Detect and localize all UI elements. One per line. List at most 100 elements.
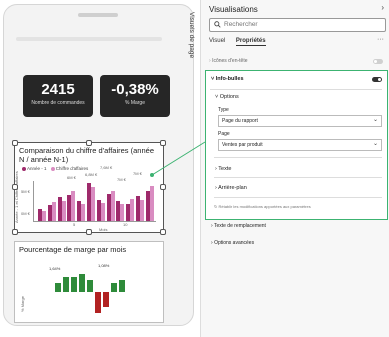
resize-handle[interactable] [160,229,166,235]
bar-revenue-9[interactable] [120,204,125,221]
search-box[interactable] [209,18,386,32]
kpi-card-margin[interactable]: -0,38% % Marge [100,75,170,117]
legend-dot [22,166,26,171]
chevron-down-icon: ⌄ [372,141,378,147]
legend-item: Année - 1 [27,166,47,171]
margin-bar[interactable] [111,283,117,292]
data-label: 1,64% [49,266,61,271]
page-value: Ventes par produit [222,142,263,148]
chevron-down-icon: ⌄ [372,117,378,123]
margin-bar[interactable] [87,280,93,292]
advanced-options-label: Options avancées [214,240,255,246]
page-label: Page [218,131,230,137]
chevron-right-icon[interactable]: › [381,3,384,12]
bar-revenue-5[interactable] [81,204,86,221]
resize-handle[interactable] [86,140,92,146]
margin-bar[interactable] [103,292,109,307]
type-dropdown[interactable]: Page du rapport ⌄ [218,115,382,127]
alt-text-label: Texte de remplacement [213,223,266,229]
x-tick: 10 [123,222,128,227]
data-label: 6M € [67,175,76,180]
margin-by-month-chart[interactable]: Pourcentage de marge par mois 1,64% 1,08… [14,241,164,323]
phone-notch [78,13,118,17]
revenue-comparison-chart[interactable]: Comparaison du chiffre d'affaires (année… [12,140,166,235]
margin-bar[interactable] [79,274,85,292]
data-label: 7M € [117,177,126,182]
resize-handle[interactable] [86,229,92,235]
margin-bar[interactable] [119,280,125,292]
data-label: 1,08% [98,263,110,268]
bar-revenue-10[interactable] [130,198,135,221]
resize-handle[interactable] [160,140,166,146]
text-label: Texte [218,166,232,172]
tooltips-label: Info-bulles [215,76,244,82]
y-tick: 5M € [21,189,30,194]
search-input[interactable] [224,20,379,29]
pane-title: Visualisations [209,5,258,14]
bar-revenue-7[interactable] [100,203,105,221]
header-icons-label: Icônes d'en-tête [212,58,248,64]
background-label: Arrière-plan [218,185,247,191]
chart-title: Comparaison du chiffre d'affaires (année… [19,146,154,164]
kpi-label: % Marge [124,100,145,106]
margin-bar[interactable] [63,277,69,292]
tooltips-toggle[interactable] [372,77,382,82]
bar-revenue-4[interactable] [71,191,76,221]
x-tick: 5 [73,222,76,227]
resize-handle[interactable] [12,184,18,190]
tooltips-header[interactable]: ˅ Info-bulles [211,76,244,82]
mobile-layout-preview: 2415 Nombre de commandes -0,38% % Marge … [3,4,194,326]
y-tick: 0M € [21,211,30,216]
margin-bar[interactable] [71,277,77,292]
bar-revenue-3[interactable] [61,201,66,221]
alt-text-row[interactable]: › Texte de remplacement [211,223,266,229]
y-axis-label: % Marge [20,295,25,312]
bar-revenue-11[interactable] [140,200,144,221]
tab-properties[interactable]: Propriétés [235,38,266,46]
divider [210,89,382,90]
bar-revenue-1[interactable] [42,211,46,221]
header-placeholder [16,37,162,41]
margin-bar[interactable] [95,292,101,313]
options-label: Options [219,94,239,100]
kpi-label: Nombre de commandes [31,100,85,106]
data-label: 6,8M € [85,172,98,177]
background-header[interactable]: › Arrière-plan [215,185,247,191]
kpi-value: 2415 [41,81,75,98]
legend-item: Chiffre d'affaires [55,166,89,171]
chart-title: Pourcentage de marge par mois [19,245,127,254]
y-axis-label: Année - 1 et Chiffre d'affaires [14,171,19,223]
pane-tabs: Visuel Propriétés [209,38,275,46]
resize-handle[interactable] [12,140,18,146]
header-icons-row[interactable]: › Icônes d'en-tête [209,58,248,64]
resize-handle[interactable] [160,184,166,190]
visualizations-pane: Visualisations › Visuel Propriétés ··· ›… [200,0,389,337]
bar-revenue-12[interactable] [149,186,154,221]
tooltips-section: ˅ Info-bulles ˅ Options Type Page du rap… [205,70,388,220]
page-visuals-tab[interactable]: Visuels de page [188,12,195,58]
page-dropdown[interactable]: Ventes par produit ⌄ [218,139,382,151]
x-axis-label: Mois [99,227,108,232]
options-header[interactable]: ˅ Options [215,94,239,100]
type-label: Type [218,107,229,113]
margin-bar[interactable] [55,283,61,292]
tab-visual[interactable]: Visuel [209,38,225,44]
kpi-value: -0,38% [111,81,159,98]
divider [214,197,382,198]
reset-link[interactable]: ↻ Rétablir les modifications apportées a… [214,204,311,209]
resize-handle[interactable] [12,229,18,235]
bar-revenue-2[interactable] [51,202,56,221]
bar-revenue-6[interactable] [91,187,95,221]
search-icon [214,21,221,28]
more-options-icon[interactable]: ··· [377,36,384,43]
header-icons-toggle[interactable] [373,59,383,64]
advanced-options-row[interactable]: › Options avancées [211,240,254,246]
divider [214,177,382,178]
reset-label: Rétablir les modifications apportées aux… [218,204,311,209]
data-label: 7M € [133,171,142,176]
kpi-card-orders[interactable]: 2415 Nombre de commandes [23,75,93,117]
text-header[interactable]: › Texte [215,166,231,172]
bar-revenue-8[interactable] [110,191,115,221]
type-value: Page du rapport [222,118,258,124]
bar-plot-area [45,270,155,320]
